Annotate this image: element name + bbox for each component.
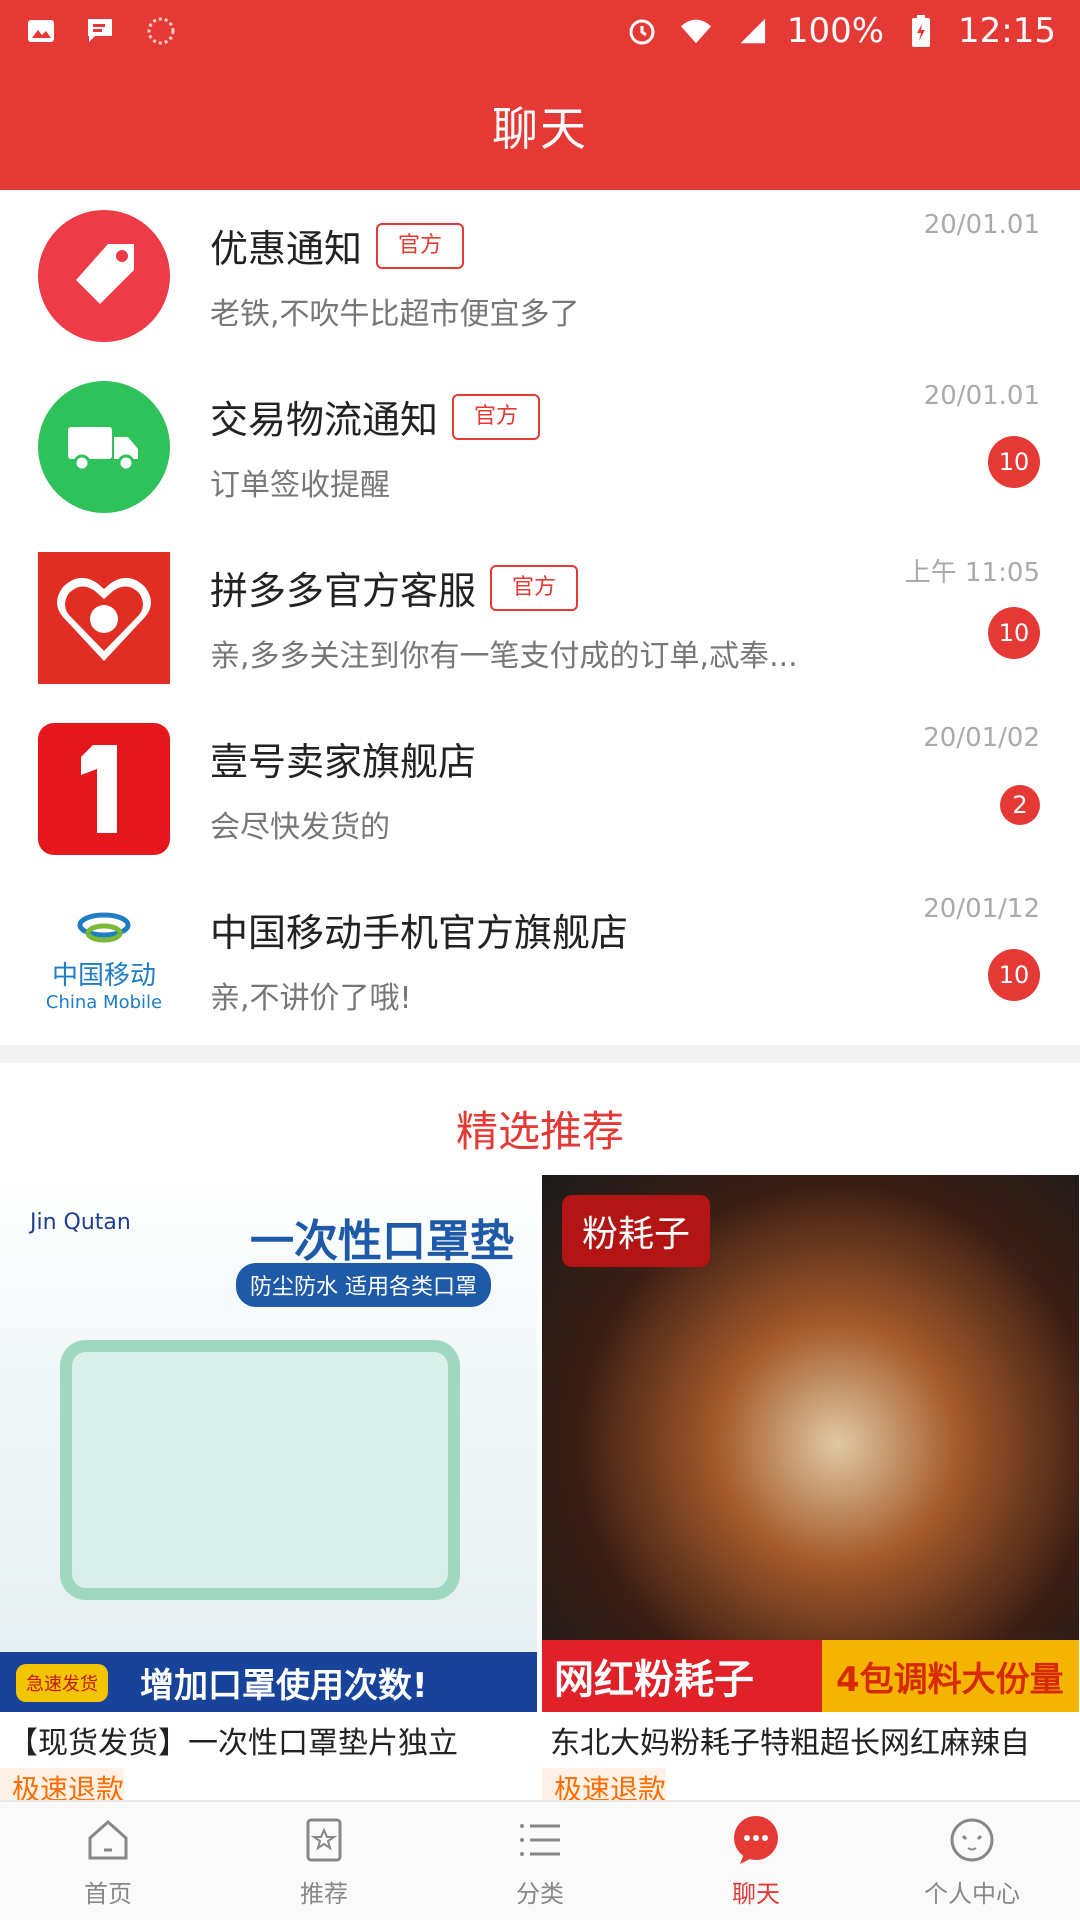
nav-label: 个人中心	[924, 1879, 1020, 1908]
official-tag: 官方	[452, 393, 541, 440]
chat-name: 中国移动手机官方旗舰店	[210, 911, 629, 955]
chat-time: 20/01/12	[923, 894, 1040, 924]
brand-logo: Jin Qutan	[30, 1210, 131, 1235]
unread-badge: 10	[988, 607, 1040, 659]
number-one-logo-icon	[38, 722, 170, 855]
chat-item-discount-notice[interactable]: 优惠通知 官方 老铁,不吹牛比超市便宜多了 20/01.01	[0, 190, 1080, 361]
unread-badge: 10	[988, 436, 1040, 488]
discount-tag-icon	[38, 209, 170, 342]
chat-preview: 亲,多多关注到你有一笔支付成的订单,忒奉...	[210, 639, 798, 674]
chat-preview: 亲,不讲价了哦!	[210, 981, 412, 1016]
banner-left: 网红粉耗子	[542, 1647, 822, 1705]
product-image[interactable]: Jin Qutan 一次性口罩垫 防尘防水 适用各类口罩 增加口罩使用次数! 急…	[0, 1175, 537, 1712]
china-mobile-logo: 中国移动 China Mobile	[38, 893, 170, 1026]
china-mobile-swirl-icon	[77, 912, 131, 942]
chat-item-logistics-notice[interactable]: 交易物流通知 官方 订单签收提醒 20/01.01 10	[0, 361, 1080, 532]
signal-icon	[733, 14, 767, 48]
list-icon	[514, 1814, 566, 1866]
chat-time: 20/01.01	[923, 210, 1040, 240]
bottom-nav: 首页 推荐 分类 聊天 个人中心	[0, 1800, 1080, 1920]
clock: 12:15	[958, 11, 1056, 51]
section-divider	[0, 1045, 1080, 1063]
chat-list: 优惠通知 官方 老铁,不吹牛比超市便宜多了 20/01.01 交易物流通知 官方…	[0, 190, 1080, 1045]
image-banner: 网红粉耗子 4包调料大份量	[542, 1640, 1079, 1712]
nav-label: 推荐	[300, 1879, 348, 1908]
mask-pad-illustration	[60, 1340, 460, 1600]
chat-name: 壹号卖家旗舰店	[210, 740, 477, 784]
chat-item-yihao-store[interactable]: 壹号卖家旗舰店 会尽快发货的 20/01/02 2	[0, 703, 1080, 874]
nav-item-chat[interactable]: 聊天	[648, 1802, 864, 1920]
delivery-truck-icon	[38, 380, 170, 513]
message-notification-icon	[84, 14, 118, 48]
chat-name: 交易物流通知	[210, 398, 439, 442]
product-title: 【现货发货】一次性口罩垫片独立	[8, 1726, 458, 1761]
wifi-icon	[679, 14, 713, 48]
china-mobile-en: China Mobile	[45, 991, 163, 1013]
nav-label: 分类	[516, 1879, 564, 1908]
unread-badge: 2	[1000, 785, 1040, 825]
chat-name: 拼多多官方客服	[210, 569, 477, 613]
recommend-products: Jin Qutan 一次性口罩垫 防尘防水 适用各类口罩 增加口罩使用次数! 急…	[0, 1175, 1080, 1808]
unread-badge: 10	[988, 949, 1040, 1001]
chat-preview: 老铁,不吹牛比超市便宜多了	[210, 297, 580, 332]
star-bookmark-icon	[298, 1814, 350, 1866]
page-header: 聊天	[0, 62, 1080, 190]
nav-item-home[interactable]: 首页	[0, 1802, 216, 1920]
nav-label: 首页	[84, 1879, 132, 1908]
product-card-noodles[interactable]: 粉耗子 网红粉耗子 4包调料大份量 东北大妈粉耗子特粗超长网红麻辣自 极速退款	[542, 1175, 1079, 1808]
battery-icon	[904, 14, 938, 48]
chat-time: 上午 11:05	[904, 558, 1040, 588]
battery-percent: 100%	[786, 11, 885, 51]
image-heading: 一次性口罩垫	[250, 1216, 514, 1267]
chat-time: 20/01/02	[923, 723, 1040, 753]
chat-preview: 订单签收提醒	[210, 468, 390, 503]
nav-label: 聊天	[732, 1879, 780, 1908]
nav-item-category[interactable]: 分类	[432, 1802, 648, 1920]
face-icon	[946, 1814, 998, 1866]
product-title: 东北大妈粉耗子特粗超长网红麻辣自	[550, 1726, 1030, 1761]
nav-item-profile[interactable]: 个人中心	[864, 1802, 1080, 1920]
section-title: 精选推荐	[455, 1106, 624, 1156]
china-mobile-cn: 中国移动	[51, 960, 156, 991]
chat-item-pdd-service[interactable]: 拼多多官方客服 官方 亲,多多关注到你有一笔支付成的订单,忒奉... 上午 11…	[0, 532, 1080, 703]
chat-time: 20/01.01	[923, 381, 1040, 411]
product-card-mask-pad[interactable]: Jin Qutan 一次性口罩垫 防尘防水 适用各类口罩 增加口罩使用次数! 急…	[0, 1175, 537, 1808]
chat-item-china-mobile-store[interactable]: 中国移动 China Mobile 中国移动手机官方旗舰店 亲,不讲价了哦! 2…	[0, 874, 1080, 1045]
nav-item-recommend[interactable]: 推荐	[216, 1802, 432, 1920]
image-notification-icon	[24, 14, 58, 48]
app-notification-icon	[144, 14, 178, 48]
alarm-icon	[625, 14, 659, 48]
pinduoduo-logo-icon	[38, 551, 170, 684]
chat-name: 优惠通知	[210, 227, 363, 271]
official-tag: 官方	[490, 564, 579, 611]
image-label: 粉耗子	[562, 1195, 711, 1267]
official-tag: 官方	[376, 222, 465, 269]
page-title: 聊天	[492, 102, 588, 156]
status-bar: 100% 12:15	[0, 0, 1080, 62]
product-image[interactable]: 粉耗子 网红粉耗子 4包调料大份量	[542, 1175, 1079, 1712]
banner-right: 4包调料大份量	[822, 1640, 1079, 1712]
image-subheading: 防尘防水 适用各类口罩	[236, 1263, 491, 1307]
chat-preview: 会尽快发货的	[210, 810, 390, 845]
fast-ship-badge: 急速发货	[16, 1664, 108, 1702]
chat-bubble-icon	[730, 1814, 782, 1866]
home-icon	[82, 1814, 134, 1866]
